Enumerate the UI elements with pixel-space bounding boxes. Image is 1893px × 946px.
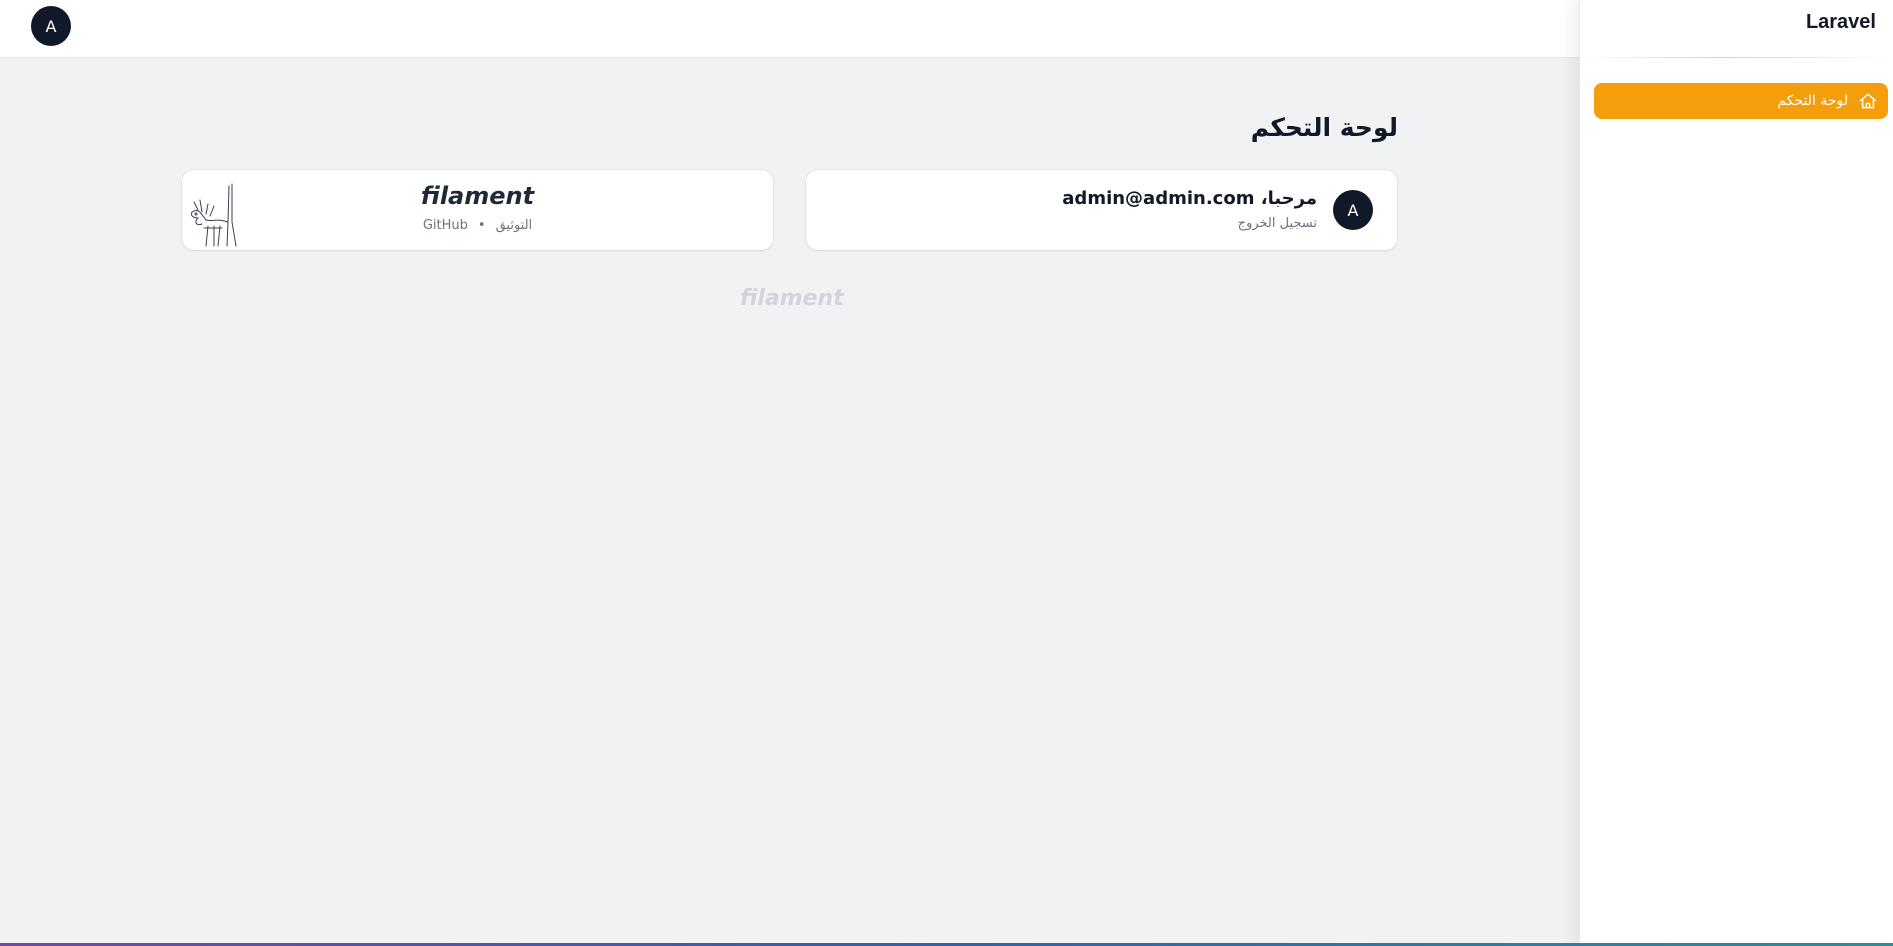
account-widget: A مرحبا، admin@admin.com تسجيل الخروج	[806, 170, 1397, 250]
filament-info-widget: filament GitHub • التوثيق	[182, 170, 773, 250]
page-title: لوحة التحكم	[1250, 112, 1398, 142]
link-separator: •	[477, 218, 486, 233]
documentation-link[interactable]: التوثيق	[496, 218, 533, 233]
top-bar: A	[0, 0, 1580, 58]
avatar: A	[1333, 190, 1373, 230]
github-link[interactable]: GitHub	[423, 218, 468, 233]
home-icon	[1859, 93, 1877, 109]
sidebar-item-label: لوحة التحكم	[1777, 93, 1848, 109]
sidebar-item-dashboard[interactable]: لوحة التحكم	[1594, 83, 1888, 119]
filament-logo[interactable]: filament	[182, 182, 773, 210]
welcome-text: مرحبا، admin@admin.com	[1062, 188, 1317, 209]
filament-links: GitHub • التوثيق	[182, 218, 773, 233]
sidebar-divider	[1580, 57, 1893, 58]
footer-filament-logo[interactable]: filament	[740, 286, 844, 311]
user-avatar-button[interactable]: A	[31, 6, 71, 46]
logout-button[interactable]: تسجيل الخروج	[1238, 216, 1317, 231]
brand-name[interactable]: Laravel	[1806, 11, 1876, 34]
sidebar: Laravel لوحة التحكم	[1579, 0, 1893, 946]
